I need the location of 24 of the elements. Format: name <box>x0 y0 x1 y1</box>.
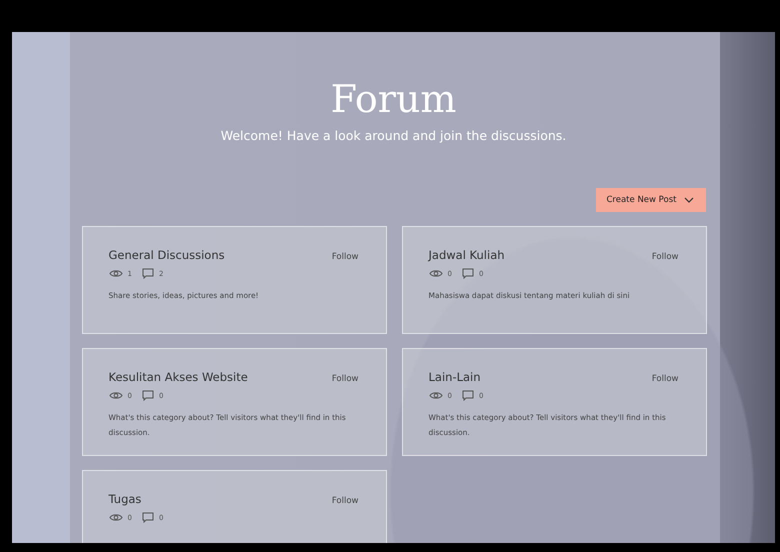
comment-icon <box>142 390 154 401</box>
comment-icon <box>142 512 154 523</box>
category-title[interactable]: Kesulitan Akses Website <box>108 370 248 384</box>
comment-icon <box>462 390 474 401</box>
follow-link[interactable]: Follow <box>332 252 358 262</box>
category-title[interactable]: General Discussions <box>108 248 225 262</box>
follow-link[interactable]: Follow <box>652 252 678 262</box>
eye-icon <box>428 269 442 278</box>
eye-icon <box>108 269 122 278</box>
forum-subtitle: Welcome! Have a look around and join the discussions. <box>220 128 568 143</box>
category-title[interactable]: Tugas <box>108 492 142 506</box>
comment-icon <box>462 268 474 279</box>
create-post-button[interactable]: Create New Post <box>596 188 706 212</box>
eye-icon <box>108 391 122 400</box>
follow-link[interactable]: Follow <box>332 496 358 506</box>
follow-link[interactable]: Follow <box>652 374 678 384</box>
category-title[interactable]: Jadwal Kuliah <box>428 248 505 262</box>
follow-link[interactable]: Follow <box>332 374 358 384</box>
eye-icon <box>108 513 122 522</box>
forum-title: Forum <box>330 76 458 122</box>
category-title[interactable]: Lain-Lain <box>428 370 481 384</box>
comment-icon <box>142 268 154 279</box>
eye-icon <box>428 391 442 400</box>
chevron-down-icon <box>684 197 694 203</box>
